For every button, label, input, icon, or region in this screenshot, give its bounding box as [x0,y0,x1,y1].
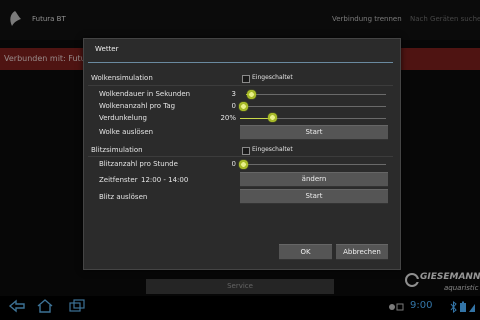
cloud-per-day-slider-track[interactable] [240,106,386,107]
lightning-per-hour-slider-track[interactable] [240,164,386,165]
lightning-per-hour-label: Blitzanzahl pro Stunde [99,160,178,168]
dimming-value: 20% [220,114,236,122]
dimming-slider-thumb[interactable] [267,112,278,123]
cloud-duration-slider-track[interactable] [246,94,386,95]
lightning-per-hour-slider-thumb[interactable] [238,159,249,170]
lightning-enabled-label: Eingeschaltet [252,146,293,153]
cloud-duration-slider-thumb[interactable] [246,89,257,100]
dimming-label: Verdunkelung [99,114,147,122]
lightning-start-button[interactable]: Start [240,189,388,204]
lightning-per-hour-value: 0 [231,160,236,168]
time-window-value: 12:00 - 14:00 [141,176,189,184]
lightning-enabled-checkbox[interactable] [242,147,250,155]
cloud-duration-label: Wolkendauer in Sekunden [99,90,191,98]
ok-button[interactable]: OK [279,244,332,260]
cloud-per-day-label: Wolkenanzahl pro Tag [99,102,176,110]
cloud-section-label: Wolkensimulation [91,74,153,82]
cloud-duration-value: 3 [231,90,236,98]
cloud-enabled-checkbox[interactable] [242,75,250,83]
cancel-button[interactable]: Abbrechen [336,244,388,260]
change-time-window-button[interactable]: ändern [240,172,388,187]
lightning-section-label: Blitzsimulation [91,146,143,154]
dimming-slider-fill [240,118,270,119]
dialog-title: Wetter [95,45,119,53]
section-divider [88,85,393,86]
cloud-trigger-label: Wolke auslösen [99,128,154,136]
section-divider [88,156,393,157]
cloud-per-day-value: 0 [231,102,236,110]
title-divider [88,62,393,63]
time-window-label: Zeitfenster [99,176,138,184]
lightning-trigger-label: Blitz auslösen [99,193,148,201]
cloud-enabled-label: Eingeschaltet [252,74,293,81]
cloud-start-button[interactable]: Start [240,125,388,140]
cloud-per-day-slider-thumb[interactable] [238,101,249,112]
